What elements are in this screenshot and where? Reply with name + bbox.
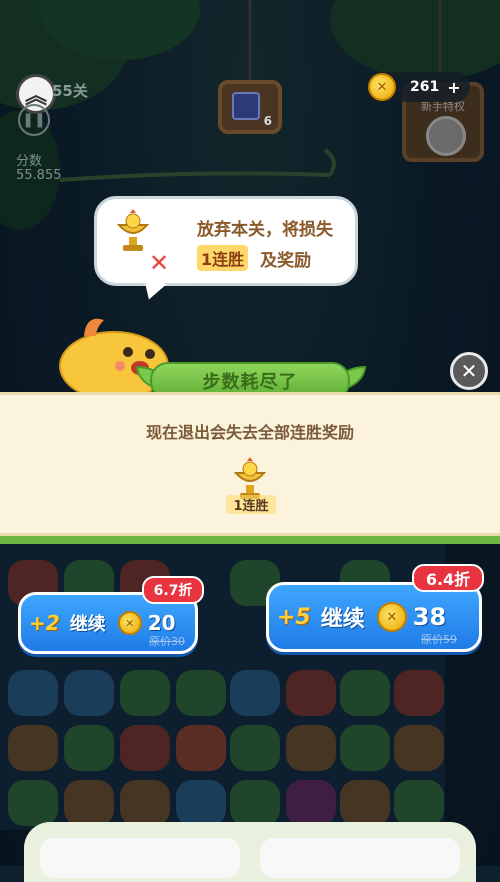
coin-amount: 261	[410, 79, 440, 95]
target-sign: 6	[218, 80, 282, 134]
level-label: 55关	[52, 82, 88, 100]
dialog-message: 现在退出会失去全部连胜奖励	[145, 423, 354, 442]
bottom-option-right[interactable]	[260, 838, 460, 878]
warning-line2: 及奖励	[260, 250, 312, 271]
continue-plus5-button[interactable]: +5 继续 ✕ 38 原价59	[266, 582, 482, 652]
reward-label: 1连胜	[226, 495, 276, 514]
pause-button[interactable]: ❚❚	[18, 104, 50, 136]
continue-price: 20	[147, 611, 176, 635]
dialog-title: 步数耗尽了	[202, 372, 298, 393]
loss-warning-bubble: ✕ 放弃本关，将损失 1连胜 及奖励	[94, 196, 358, 286]
pause-icon: ❚❚	[22, 112, 46, 128]
close-button[interactable]: ✕	[450, 352, 488, 390]
continue-price: 38	[412, 603, 447, 631]
score-label: 分数	[16, 154, 43, 169]
coin-icon: ✕	[376, 602, 407, 632]
streak-badge: 1连胜	[197, 245, 249, 271]
coin-balance[interactable]: ✕ 261 +	[368, 72, 470, 102]
plus-moves-label: +2	[29, 611, 60, 635]
out-of-moves-dialog: 现在退出会失去全部连胜奖励 1连胜	[0, 392, 500, 536]
continue-label: 继续	[320, 607, 365, 632]
coin-icon: ✕	[368, 73, 396, 101]
streak-trophy-icon	[116, 209, 150, 251]
original-price: 原价30	[149, 635, 185, 648]
target-count: 6	[263, 114, 272, 128]
original-price: 原价59	[421, 633, 457, 646]
discount-badge: 6.4折	[412, 564, 484, 592]
loss-x-icon: ✕	[149, 249, 170, 277]
bottom-option-left[interactable]	[40, 838, 240, 878]
continue-label: 继续	[69, 614, 106, 635]
close-icon: ✕	[460, 359, 478, 383]
plus-moves-label: +5	[277, 604, 311, 630]
dialog-bottom-border	[0, 536, 500, 544]
score-value: 55.855	[16, 168, 62, 183]
add-coins-icon[interactable]: +	[447, 78, 460, 97]
warning-line1: 放弃本关，将损失	[197, 220, 333, 240]
coin-icon: ✕	[117, 611, 142, 635]
discount-badge: 6.7折	[142, 576, 204, 604]
